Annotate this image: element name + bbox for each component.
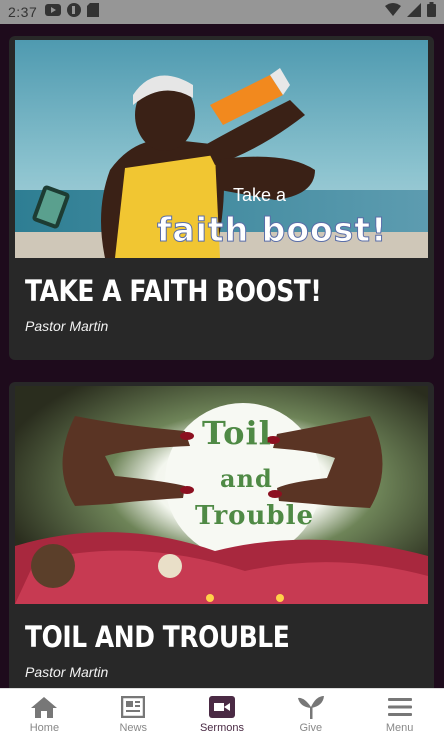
hamburger-menu-icon <box>386 695 414 719</box>
wifi-icon <box>385 3 401 21</box>
bottom-navigation: Home News Sermons Give Menu <box>0 688 444 741</box>
thumbnail-caption-large: faith boost! <box>156 210 388 250</box>
news-icon <box>119 695 147 719</box>
thumbnail-caption-line3: Trouble <box>195 501 314 531</box>
thumbnail-caption-small: Take a <box>233 185 287 205</box>
sermon-author: Pastor Martin <box>25 318 109 334</box>
battery-icon <box>427 2 436 22</box>
thumbnail-caption-line2: and <box>220 464 273 493</box>
nav-menu[interactable]: Menu <box>355 689 444 741</box>
nav-home-label: Home <box>29 722 60 734</box>
status-time: 2:37 <box>8 4 38 20</box>
nav-home[interactable]: Home <box>0 689 89 741</box>
sermon-card[interactable]: Toil and Trouble TOIL AND TROUBLE Pastor… <box>9 382 434 688</box>
sermon-title[interactable]: TOIL AND TROUBLE <box>25 620 290 654</box>
nav-menu-label: Menu <box>385 722 414 734</box>
nav-give-label: Give <box>299 722 323 734</box>
sermon-card[interactable]: Take a faith boost! TAKE A FAITH BOOST! … <box>9 36 434 360</box>
signal-icon <box>407 2 421 22</box>
nav-sermons-label: Sermons <box>199 722 244 734</box>
nav-news-label: News <box>119 722 147 734</box>
nav-give[interactable]: Give <box>266 689 355 741</box>
nav-sermons[interactable]: Sermons <box>178 689 267 741</box>
sermon-thumbnail[interactable]: Take a faith boost! <box>15 40 428 258</box>
sermon-thumbnail[interactable]: Toil and Trouble <box>15 386 428 604</box>
status-bar: 2:37 <box>0 0 444 24</box>
nav-news[interactable]: News <box>89 689 178 741</box>
sermon-title[interactable]: TAKE A FAITH BOOST! <box>25 274 322 308</box>
youtube-icon <box>45 3 62 21</box>
sprout-icon <box>297 695 325 719</box>
home-icon <box>30 695 58 719</box>
sd-card-icon <box>87 2 100 22</box>
thumbnail-caption-line1: Toil <box>202 414 272 452</box>
sermon-feed[interactable]: Take a faith boost! TAKE A FAITH BOOST! … <box>0 24 444 688</box>
app-notification-icon <box>67 2 82 22</box>
video-camera-icon <box>208 695 236 719</box>
sermon-author: Pastor Martin <box>25 664 109 680</box>
